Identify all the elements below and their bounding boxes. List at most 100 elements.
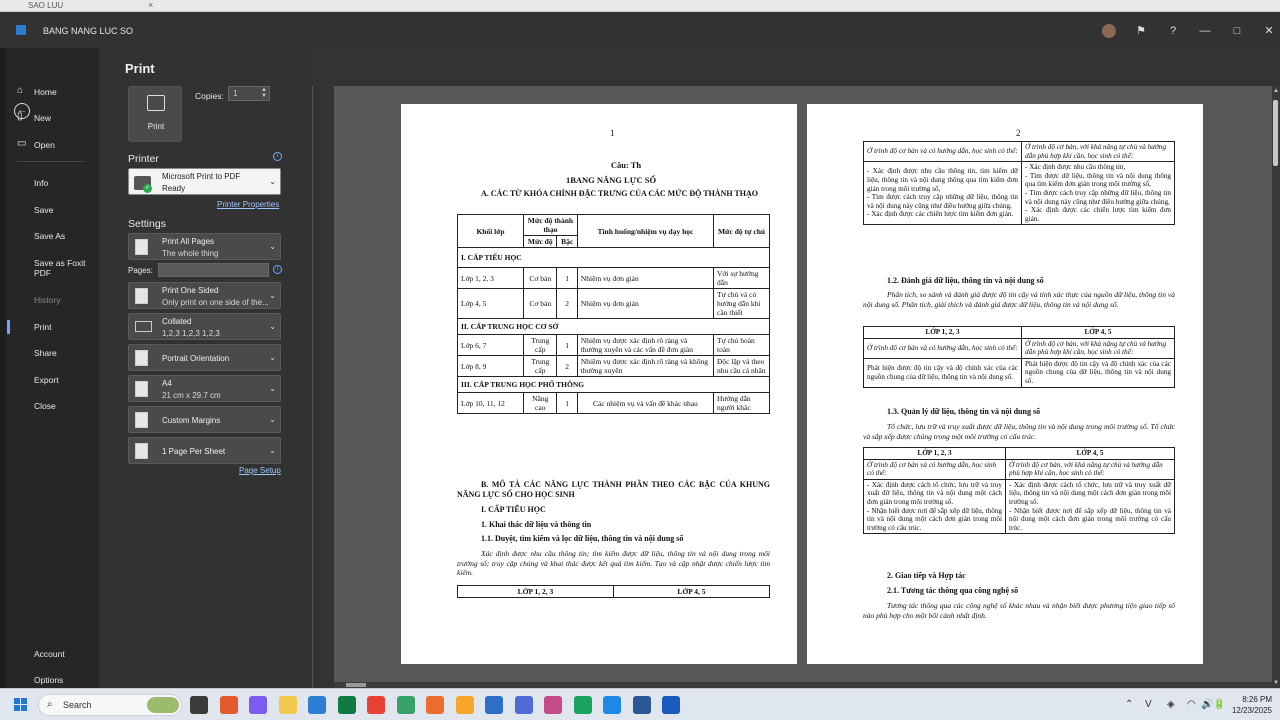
taskbar-app-icon[interactable] bbox=[308, 696, 326, 714]
paper-size-select[interactable]: A4 21 cm x 29.7 cm ⌄ bbox=[128, 375, 281, 402]
minimize-button[interactable]: — bbox=[1196, 22, 1214, 40]
taskbar-app-icon[interactable] bbox=[249, 696, 267, 714]
restore-button[interactable]: □ bbox=[1228, 22, 1246, 40]
chevron-down-icon: ⌄ bbox=[269, 383, 276, 393]
chevron-down-icon: ⌄ bbox=[269, 290, 276, 300]
taskbar-search[interactable]: ⌕ Search bbox=[38, 694, 182, 716]
windows-start-icon[interactable] bbox=[14, 698, 28, 712]
dropdown-sublabel: 1,2,3 1,2,3 1,2,3 bbox=[162, 329, 220, 338]
preview-page-2: 2 Ở trình độ cơ bản và có hướng dẫn, học… bbox=[807, 104, 1203, 664]
taskbar-app-icon[interactable] bbox=[219, 696, 238, 714]
sides-select[interactable]: Print One Sided Only print on one side o… bbox=[128, 282, 281, 309]
margins-select[interactable]: Custom Margins ⌄ bbox=[128, 406, 281, 433]
table-cell: Lớp 1, 2, 3 bbox=[457, 267, 524, 289]
taskbar-app-icon[interactable] bbox=[367, 696, 385, 714]
security-icon[interactable]: ◈ bbox=[1167, 699, 1175, 710]
taskbar-app-icon[interactable] bbox=[662, 696, 680, 714]
levels-table: Khối lớp Mức độ thành thạo Tình huống/nh… bbox=[457, 214, 770, 414]
printer-icon bbox=[147, 95, 165, 111]
help-icon[interactable]: ? bbox=[1164, 22, 1182, 40]
sidebar-item-new[interactable]: ▯ New bbox=[0, 107, 99, 129]
pages-per-sheet-select[interactable]: 1 Page Per Sheet ⌄ bbox=[128, 437, 281, 464]
scroll-up-icon[interactable]: ▲ bbox=[1273, 88, 1279, 94]
coauthor-icon[interactable]: ⚑ bbox=[1132, 22, 1150, 40]
subsection-heading: 1.2. Đánh giá dữ liệu, thông tin và nội … bbox=[887, 276, 1044, 285]
taskbar-app-icon[interactable] bbox=[278, 696, 297, 714]
sidebar-item-label: Close bbox=[34, 401, 56, 411]
system-clock[interactable]: 8:26 PM 12/23/2025 bbox=[1222, 694, 1272, 716]
printer-select[interactable]: ✓ Microsoft Print to PDF Ready ⌄ bbox=[128, 168, 281, 195]
sidebar-item-info[interactable]: Info bbox=[0, 172, 99, 194]
title-bar: BANG NANG LUC SO ⚑ ? — □ ✕ bbox=[0, 12, 1280, 48]
info-icon[interactable]: i bbox=[273, 152, 282, 161]
sidebar-item-print[interactable]: Print bbox=[0, 316, 99, 338]
table-cell: Lớp 8, 9 bbox=[457, 355, 524, 377]
scroll-thumb[interactable] bbox=[1273, 100, 1278, 166]
pages-icon bbox=[135, 238, 148, 255]
taskbar-app-icon[interactable] bbox=[455, 696, 474, 714]
background-window-close[interactable]: × bbox=[148, 0, 153, 10]
table-cell: 1 bbox=[556, 334, 578, 356]
dropdown-label: Collated bbox=[162, 317, 192, 326]
table-cell: - Xác định được nhu cầu thông tin, - Tìm… bbox=[1021, 161, 1175, 226]
sidebar-item-home[interactable]: ⌂ Home bbox=[0, 81, 99, 103]
wifi-icon[interactable]: ◠ bbox=[1187, 699, 1196, 710]
body-paragraph: Tương tác thông qua các công nghệ số khá… bbox=[863, 601, 1175, 620]
volume-icon[interactable]: 🔊 bbox=[1201, 699, 1213, 710]
subsection-heading: 1.3. Quản lý dữ liệu, thông tin và nội d… bbox=[887, 407, 1041, 416]
taskbar: ⌕ Search ⌃ V ◈ ◠ 🔊 🔋 8:26 PM 12/23/2025 bbox=[0, 688, 1280, 720]
preview-vertical-scrollbar[interactable]: ▲ ▼ bbox=[1272, 86, 1280, 688]
taskbar-app-icon[interactable] bbox=[603, 696, 621, 714]
sidebar-item-save-as[interactable]: Save As bbox=[0, 225, 99, 247]
scroll-thumb[interactable] bbox=[346, 683, 366, 687]
taskbar-app-icon[interactable] bbox=[573, 696, 592, 714]
sidebar-item-close[interactable]: Close bbox=[0, 395, 99, 417]
printer-properties-link[interactable]: Printer Properties bbox=[217, 200, 279, 209]
sidebar-item-share[interactable]: Share bbox=[0, 342, 99, 364]
sidebar-item-label: Print bbox=[34, 322, 52, 332]
info-icon[interactable]: i bbox=[273, 265, 282, 274]
taskbar-app-icon[interactable] bbox=[632, 696, 651, 714]
taskbar-app-icon[interactable] bbox=[190, 696, 208, 714]
copies-value: 1 bbox=[233, 89, 238, 98]
dropdown-label: Print All Pages bbox=[162, 237, 215, 246]
print-range-select[interactable]: Print All Pages The whole thing ⌄ bbox=[128, 233, 281, 260]
orientation-select[interactable]: Portrait Orientation ⌄ bbox=[128, 344, 281, 371]
taskbar-app-icon[interactable] bbox=[426, 696, 444, 714]
taskbar-app-icon[interactable] bbox=[485, 696, 503, 714]
sidebar-item-open[interactable]: ▭ Open bbox=[0, 134, 99, 156]
ready-check-icon: ✓ bbox=[143, 184, 152, 193]
spin-arrows-icon[interactable]: ▲ ▼ bbox=[261, 87, 267, 99]
taskbar-app-icon[interactable] bbox=[396, 696, 415, 714]
close-button[interactable]: ✕ bbox=[1260, 22, 1278, 40]
table-row: Lớp 6, 7 Trung cấp 1 Nhiệm vụ được xác đ… bbox=[457, 334, 770, 356]
pages-input[interactable] bbox=[158, 263, 269, 277]
dropdown-sublabel: The whole thing bbox=[162, 249, 219, 258]
collation-select[interactable]: Collated 1,2,3 1,2,3 1,2,3 ⌄ bbox=[128, 313, 281, 340]
dropdown-sublabel: 21 cm x 29.7 cm bbox=[162, 391, 221, 400]
page-number: 1 bbox=[610, 128, 615, 138]
print-button[interactable]: Print bbox=[128, 86, 182, 142]
home-icon: ⌂ bbox=[17, 85, 24, 96]
scroll-down-icon[interactable]: ▼ bbox=[1273, 680, 1279, 686]
sidebar-item-label: New bbox=[34, 113, 52, 123]
table-cell: Ở trình độ cơ bản, với khả năng tự chủ v… bbox=[1021, 337, 1175, 359]
chevron-down-icon: ⌄ bbox=[269, 241, 276, 251]
chevron-down-icon: ⌄ bbox=[269, 352, 276, 362]
sidebar-item-save[interactable]: Save bbox=[0, 199, 99, 221]
taskbar-app-icon[interactable] bbox=[544, 696, 562, 714]
sidebar-item-export[interactable]: Export bbox=[0, 369, 99, 391]
sidebar-item-save-as-foxit-pdf[interactable]: Save as Foxit PDF bbox=[0, 252, 99, 282]
copies-stepper[interactable]: 1 ▲ ▼ bbox=[228, 86, 270, 101]
table-cell: Các nhiệm vụ và vấn đề khác nhau bbox=[576, 392, 715, 414]
taskbar-app-icon[interactable] bbox=[514, 696, 533, 714]
table-cell: Nhiệm vụ đơn giản bbox=[576, 288, 715, 319]
vpn-icon[interactable]: V bbox=[1145, 699, 1152, 710]
account-avatar-icon[interactable] bbox=[1100, 22, 1118, 40]
paper-size-icon bbox=[135, 380, 148, 397]
table-cell: Tự chủ hoàn toàn bbox=[713, 334, 770, 356]
sidebar-item-account[interactable]: Account bbox=[0, 643, 99, 665]
tray-overflow-icon[interactable]: ⌃ bbox=[1125, 699, 1133, 710]
taskbar-app-icon[interactable] bbox=[337, 696, 356, 714]
page-setup-link[interactable]: Page Setup bbox=[239, 466, 281, 475]
